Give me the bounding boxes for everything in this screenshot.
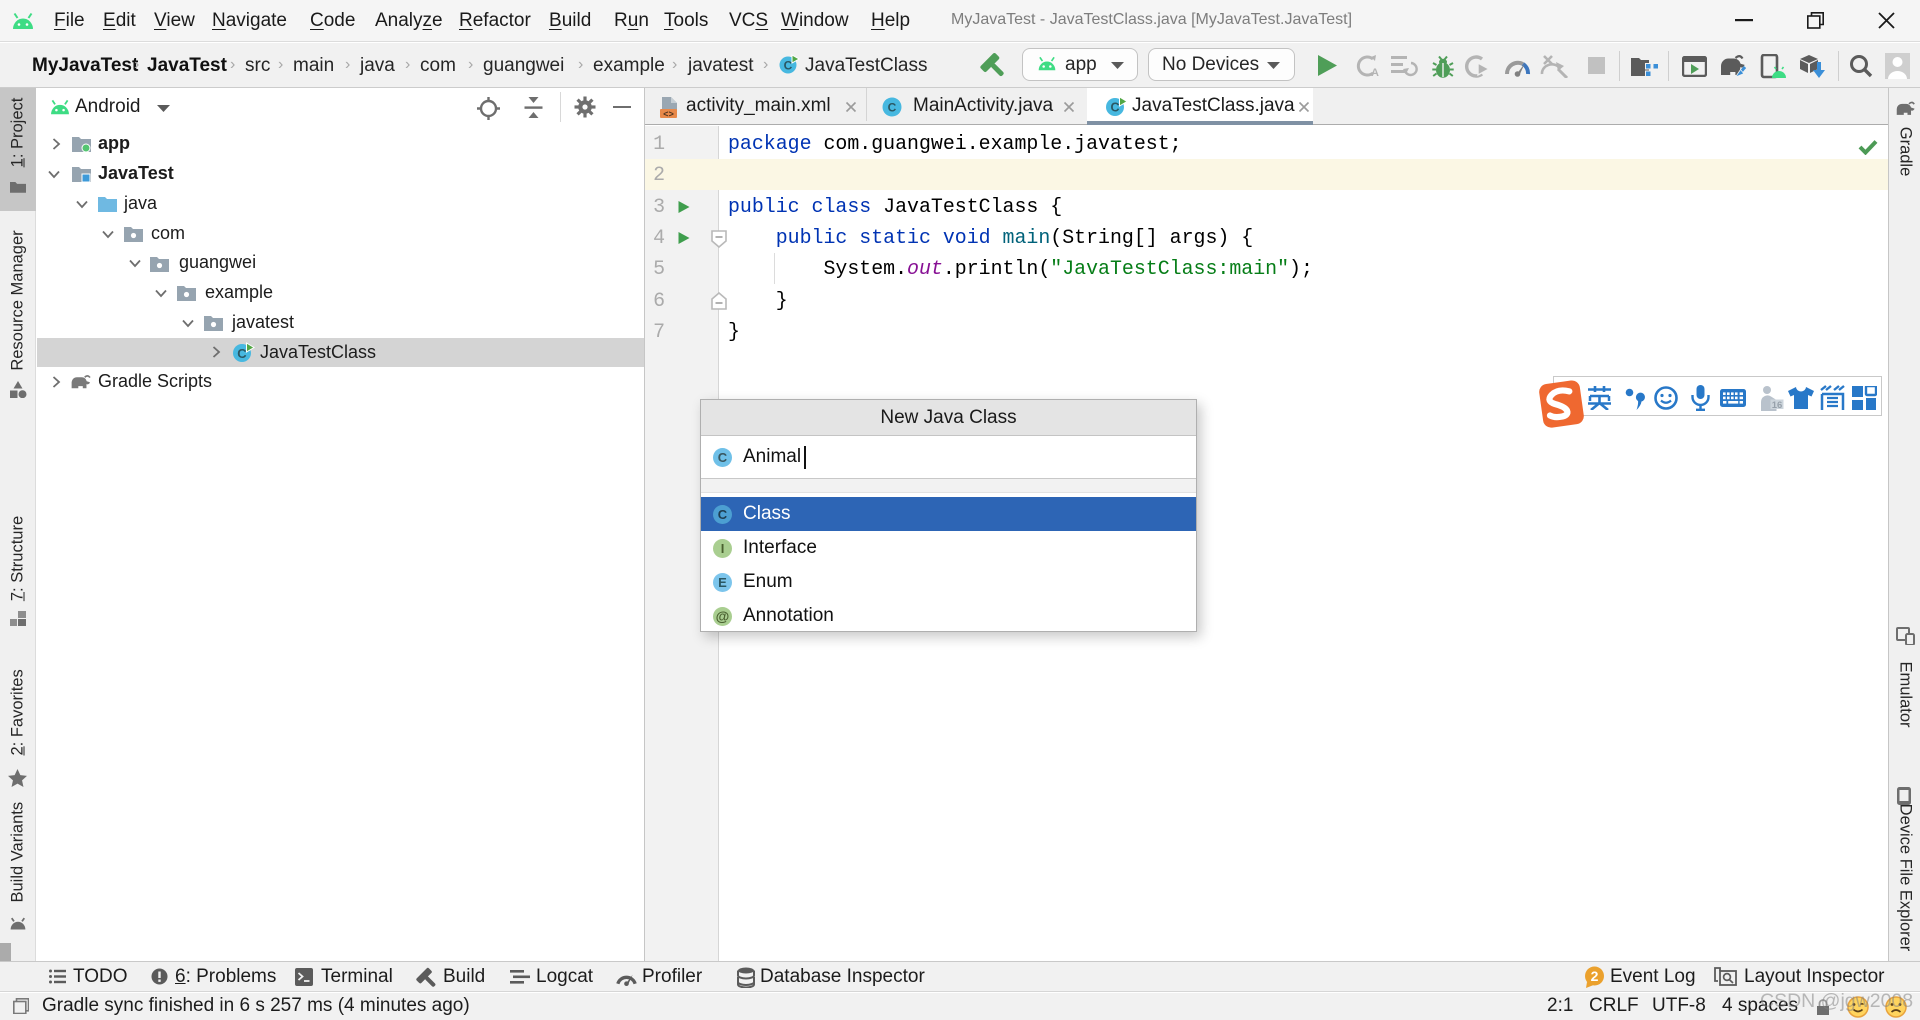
svg-text:C: C bbox=[784, 59, 793, 73]
svg-text:C: C bbox=[888, 101, 897, 115]
svg-text:16: 16 bbox=[1772, 400, 1783, 411]
svg-text:A: A bbox=[1371, 67, 1379, 78]
svg-text:<>: <> bbox=[663, 110, 674, 118]
svg-text:C: C bbox=[237, 346, 247, 361]
svg-text:C: C bbox=[1110, 101, 1119, 115]
svg-text:2: 2 bbox=[1591, 968, 1599, 984]
